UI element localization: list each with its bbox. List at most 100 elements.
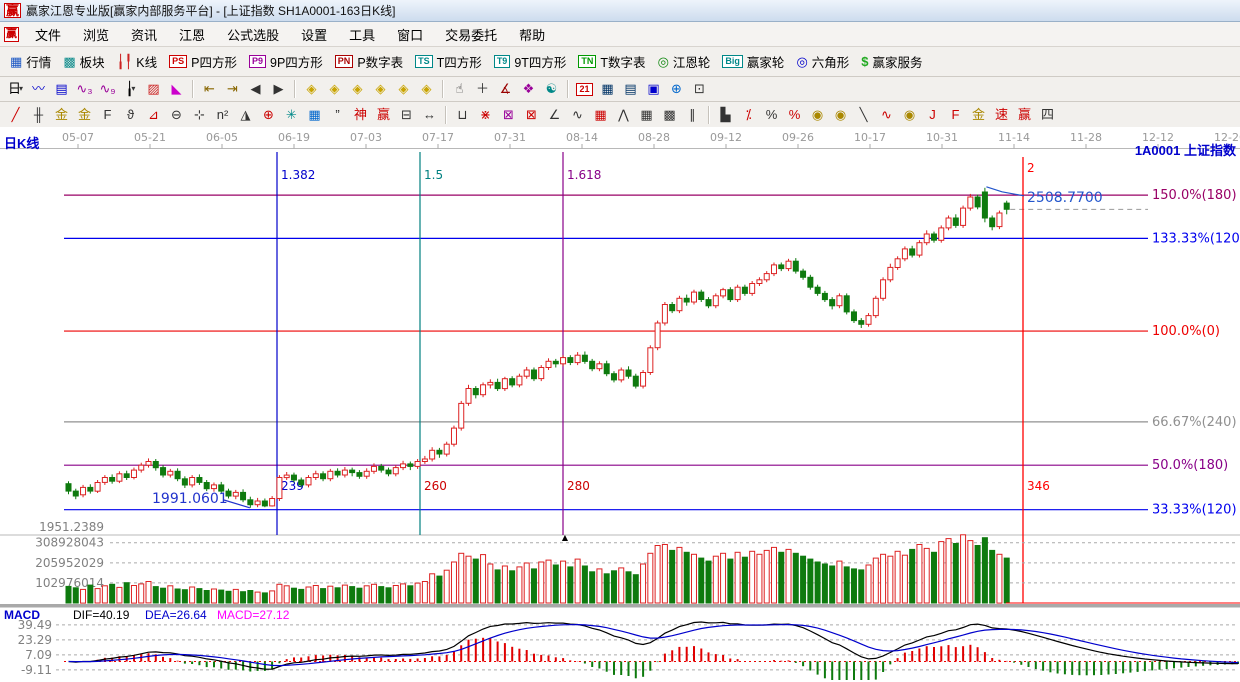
menu-item-7[interactable]: 窗口 (386, 28, 434, 43)
calendar-21-icon[interactable]: 21 (574, 79, 595, 99)
arc-flag-icon[interactable]: ◮ (235, 105, 256, 125)
nav-prev-button[interactable]: ◀ (245, 79, 266, 99)
compass-icon[interactable]: ✳ (281, 105, 302, 125)
wave-red-icon[interactable]: ∿ (876, 105, 897, 125)
percent-falling-icon[interactable]: ⁒ (738, 105, 759, 125)
shen-badge-icon[interactable]: 神 (350, 105, 371, 125)
spiral-icon[interactable]: ϑ (120, 105, 141, 125)
time-ruler-icon[interactable]: ⊹ (189, 105, 210, 125)
nav-last-button[interactable]: ⇥ (222, 79, 243, 99)
notes-icon[interactable]: ▤ (620, 79, 641, 99)
gold-circle-3-icon[interactable]: ◉ (899, 105, 920, 125)
p-square-button[interactable]: PS P四方形 (163, 50, 243, 73)
menu-item-3[interactable]: 江恩 (168, 28, 216, 43)
diamond-compress-h-button[interactable]: ◈ (370, 79, 391, 99)
gold-circle-2-icon[interactable]: ◉ (830, 105, 851, 125)
diamond-expand-h-button[interactable]: ◈ (347, 79, 368, 99)
cycle-circle-icon[interactable]: ⊖ (166, 105, 187, 125)
width-arrow-icon[interactable]: ↔ (419, 105, 440, 125)
ink-brush-icon[interactable]: ╲ (853, 105, 874, 125)
menu-item-2[interactable]: 资讯 (120, 28, 168, 43)
period-day-dropdown[interactable]: 日 ▾ (5, 79, 26, 99)
pen-ruler-icon[interactable]: ⊿ (143, 105, 164, 125)
chart-area[interactable]: 05-07 05-21 06-05 06-19 07-03 07-17 07-31 08-14… (0, 127, 1240, 682)
percent-icon[interactable]: % (761, 105, 782, 125)
info-panel-icon[interactable]: ▤ (51, 79, 72, 99)
wave-line-icon[interactable]: ∿ (567, 105, 588, 125)
angle-lines-icon[interactable]: ∠ (544, 105, 565, 125)
gold-line-icon[interactable]: 金 (968, 105, 989, 125)
gold-gann-2-icon[interactable]: 金 (74, 105, 95, 125)
diamond-expand-v-button[interactable]: ◈ (416, 79, 437, 99)
volume-profile-icon[interactable]: ◣ (166, 79, 187, 99)
cycle-tool-icon[interactable]: ☯ (541, 79, 562, 99)
bar-tool-icon[interactable]: ▙ (715, 105, 736, 125)
menu-item-4[interactable]: 公式选股 (216, 28, 290, 43)
four-line-icon[interactable]: 四 (1037, 105, 1058, 125)
diamond-right-button[interactable]: ◈ (324, 79, 345, 99)
hexagon-button[interactable]: ◎ 六角形 (790, 50, 855, 73)
ma9-lines-icon[interactable]: ∿₉ (97, 79, 118, 99)
ruler-125-icon[interactable]: ⊟ (396, 105, 417, 125)
grid-red-icon[interactable]: ▦ (590, 105, 611, 125)
grid-dense-icon[interactable]: ▩ (659, 105, 680, 125)
sectors-button[interactable]: ▩ 板块 (57, 50, 110, 73)
t-square-button[interactable]: TS T四方形 (409, 50, 488, 73)
9t-square-button[interactable]: T9 9T四方形 (488, 50, 573, 73)
f-fan-icon[interactable]: F (97, 105, 118, 125)
speed-line-icon[interactable]: 速 (991, 105, 1012, 125)
hand-drag-icon[interactable]: ☝ (449, 79, 470, 99)
toolbar-label: 赢家服务 (872, 56, 923, 70)
f-line-icon[interactable]: F (945, 105, 966, 125)
gann-wheel-button[interactable]: ◎ 江恩轮 (652, 50, 717, 73)
grid-black-icon[interactable]: ▦ (636, 105, 657, 125)
menu-item-9[interactable]: 帮助 (508, 28, 556, 43)
p-number-table-button[interactable]: PN P数字表 (329, 50, 409, 73)
gold-circle-1-icon[interactable]: ◉ (807, 105, 828, 125)
hatch-icon[interactable]: ∥ (682, 105, 703, 125)
quote-marks-icon[interactable]: ” (327, 105, 348, 125)
diamond-left-button[interactable]: ◈ (301, 79, 322, 99)
region-zigzag-icon[interactable]: 〰 (28, 79, 49, 99)
region-box-icon[interactable]: ⊔ (452, 105, 473, 125)
macd-label-row: MACD DIF=40.19 DEA=26.64 MACD=27.12 (0, 608, 1240, 622)
t-number-table-button[interactable]: TN T数字表 (572, 50, 651, 73)
network-icon[interactable]: ⊕ (666, 79, 687, 99)
kline-button[interactable]: ╽╿ K线 (111, 50, 164, 73)
crosshair-icon[interactable]: ＋ (472, 79, 493, 99)
n-square-icon[interactable]: n² (212, 105, 233, 125)
menu-item-1[interactable]: 浏览 (72, 28, 120, 43)
calculator-icon[interactable]: ▦ (597, 79, 618, 99)
gann-shape-icon[interactable]: ❖ (518, 79, 539, 99)
user-setup-icon[interactable]: ⊡ (689, 79, 710, 99)
pattern-box-icon[interactable]: ▨ (143, 79, 164, 99)
candle-style-dropdown[interactable]: ╽ ▾ (120, 79, 141, 99)
winner-wheel-button[interactable]: Big 赢家轮 (716, 50, 790, 73)
angle-measure-icon[interactable]: ∡ (495, 79, 516, 99)
winner-service-button[interactable]: $ 赢家服务 (855, 50, 928, 73)
percent-line-icon[interactable]: % (784, 105, 805, 125)
gann-comb-icon[interactable]: ╫ (28, 105, 49, 125)
menu-item-0[interactable]: 文件 (24, 28, 72, 43)
menu-item-5[interactable]: 设置 (290, 28, 338, 43)
nav-next-button[interactable]: ▶ (268, 79, 289, 99)
menu-item-6[interactable]: 工具 (338, 28, 386, 43)
peak-mark-icon[interactable]: ⋀ (613, 105, 634, 125)
j-line-icon[interactable]: J (922, 105, 943, 125)
save-icon[interactable]: ▣ (643, 79, 664, 99)
nav-first-button[interactable]: ⇤ (199, 79, 220, 99)
draw-pen-icon[interactable]: ╱ (5, 105, 26, 125)
gold-gann-1-icon[interactable]: 金 (51, 105, 72, 125)
circle-cross-icon[interactable]: ⊕ (258, 105, 279, 125)
9p-square-button[interactable]: P9 9P四方形 (243, 50, 329, 73)
box-cross-purple-icon[interactable]: ⊠ (498, 105, 519, 125)
ying-line-icon[interactable]: 赢 (1014, 105, 1035, 125)
ma3-lines-icon[interactable]: ∿₃ (74, 79, 95, 99)
grid-target-icon[interactable]: ▦ (304, 105, 325, 125)
quote-button[interactable]: ▦ 行情 (4, 50, 57, 73)
menu-item-8[interactable]: 交易委托 (434, 28, 508, 43)
box-cross-red-icon[interactable]: ⊠ (521, 105, 542, 125)
rays-icon[interactable]: ⋇ (475, 105, 496, 125)
diamond-compress-v-button[interactable]: ◈ (393, 79, 414, 99)
ying-badge-icon[interactable]: 赢 (373, 105, 394, 125)
